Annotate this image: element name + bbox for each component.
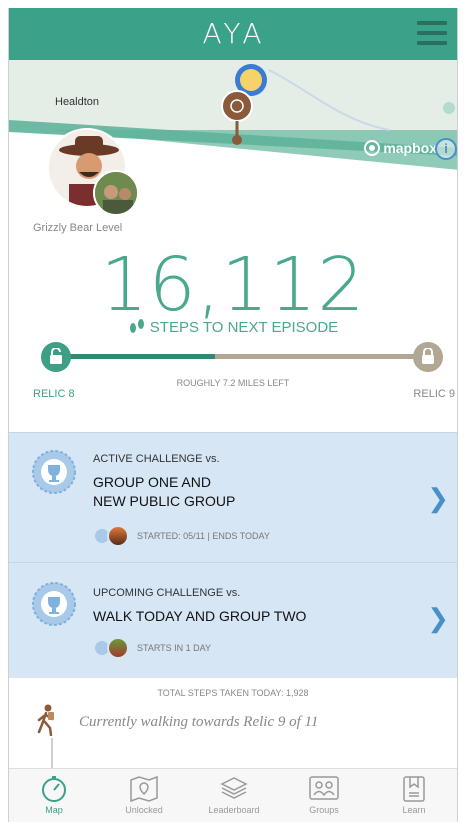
chevron-right-icon[interactable]: ❯ — [427, 483, 449, 514]
challenge-meta: STARTED: 05/11 | ENDS TODAY — [93, 525, 270, 547]
total-steps-today: TOTAL STEPS TAKEN TODAY: 1,928 — [157, 688, 309, 698]
app-logo: AYA — [202, 17, 266, 50]
challenge-meta: STARTS IN 1 DAY — [93, 637, 211, 659]
challenge-kicker: UPCOMING CHALLENGE vs. — [93, 587, 241, 599]
chevron-right-icon[interactable]: ❯ — [427, 603, 449, 634]
tab-map[interactable]: Map — [9, 769, 99, 822]
level-label: Grizzly Bear Level — [33, 222, 123, 234]
mapbox-attribution: mapbox — [364, 140, 437, 156]
info-icon[interactable]: i — [435, 138, 457, 160]
steps-count: 16,112 — [100, 242, 366, 328]
walk-timeline-line — [51, 738, 53, 772]
active-challenge-card[interactable]: ACTIVE CHALLENGE vs. GROUP ONE AND NEW P… — [9, 432, 457, 562]
user-photo-icon — [95, 172, 137, 214]
relic-from-marker[interactable] — [41, 342, 71, 372]
hiker-icon — [37, 704, 54, 736]
relic-progress-fill — [55, 354, 215, 359]
walking-status: Currently walking towards Relic 9 of 11 — [79, 714, 319, 730]
tab-bar: Map Unlocked Leaderboard Groups Learn — [9, 768, 457, 822]
unlock-icon — [50, 348, 62, 364]
map-pin-icon — [130, 775, 158, 803]
app-frame: AYA Healdton mapbox i Grizzly Bear Level… — [8, 8, 458, 822]
compass-icon — [42, 776, 66, 802]
challenge-title: GROUP ONE AND NEW PUBLIC GROUP — [93, 474, 236, 509]
lock-icon — [422, 348, 434, 364]
group-photo — [107, 525, 129, 547]
map-marker-icon[interactable] — [219, 60, 279, 150]
tab-leaderboard[interactable]: Leaderboard — [189, 769, 279, 822]
group-photo — [107, 637, 129, 659]
tab-groups[interactable]: Groups — [279, 769, 369, 822]
relic-to-marker[interactable] — [413, 342, 443, 372]
bookmark-icon — [403, 776, 425, 802]
app-header: AYA — [9, 8, 457, 60]
relic-to-label: RELIC 9 — [413, 388, 455, 400]
footprints-icon — [129, 319, 144, 333]
upcoming-challenge-card[interactable]: UPCOMING CHALLENGE vs. WALK TODAY AND GR… — [9, 562, 457, 678]
trophy-badge-icon — [32, 450, 76, 494]
tab-learn[interactable]: Learn — [369, 769, 457, 822]
miles-left: ROUGHLY 7.2 MILES LEFT — [176, 378, 290, 388]
people-icon — [309, 776, 339, 800]
challenge-title: WALK TODAY AND GROUP TWO — [93, 608, 307, 624]
steps-label: STEPS TO NEXT EPISODE — [9, 318, 457, 336]
challenge-kicker: ACTIVE CHALLENGE vs. — [93, 453, 220, 465]
user-photo[interactable] — [93, 170, 139, 216]
layers-icon — [220, 777, 248, 799]
trophy-badge-icon — [32, 582, 76, 626]
map-town-label: Healdton — [55, 96, 100, 108]
tab-unlocked[interactable]: Unlocked — [99, 769, 189, 822]
relic-from-label: RELIC 8 — [33, 388, 75, 400]
menu-icon[interactable] — [417, 21, 447, 47]
relic-progress-track — [55, 354, 427, 359]
